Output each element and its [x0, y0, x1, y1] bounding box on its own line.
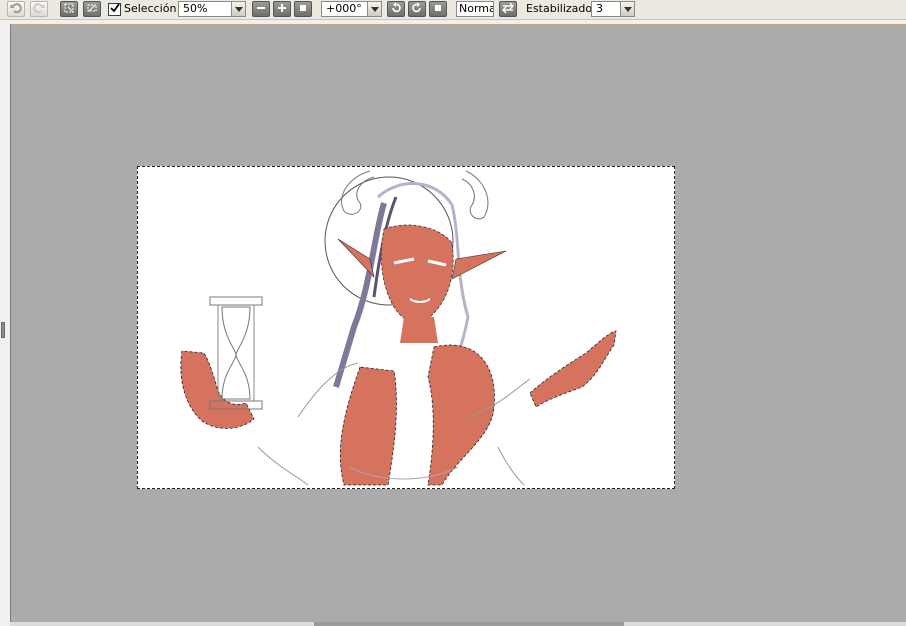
stabilizer-value: 3	[596, 2, 603, 15]
selection-clear-icon	[86, 2, 98, 17]
selection-label: Selección	[124, 2, 177, 15]
toolbar: Selección 50% +000° Norm Estabilizador 3	[0, 0, 906, 20]
rotation-reset-button[interactable]	[429, 1, 447, 17]
rotate-right-button[interactable]	[408, 1, 426, 17]
redo-button[interactable]	[30, 1, 48, 17]
rotate-left-button[interactable]	[387, 1, 405, 17]
left-ear	[337, 238, 375, 278]
hair-left	[333, 202, 387, 388]
zoom-out-button[interactable]	[252, 1, 270, 17]
chest-left	[339, 366, 397, 486]
hourglass	[209, 296, 263, 410]
flip-horizontal-button[interactable]	[499, 1, 517, 17]
chevron-down-icon	[623, 3, 632, 16]
minus-icon	[256, 3, 266, 16]
rotation-dropdown-button[interactable]	[367, 1, 382, 17]
panel-resize-handle[interactable]	[1, 322, 5, 338]
canvas-viewport[interactable]	[10, 24, 906, 623]
right-ear	[451, 250, 507, 280]
square-icon	[433, 3, 443, 16]
rotate-left-icon	[390, 1, 402, 17]
document-canvas[interactable]	[137, 166, 675, 489]
transform-selection-button[interactable]	[60, 1, 78, 17]
horizontal-scrollbar[interactable]	[10, 622, 906, 626]
neck	[400, 317, 438, 343]
redo-icon	[33, 2, 45, 17]
stabilizer-label: Estabilizador	[526, 2, 597, 15]
deselect-button[interactable]	[83, 1, 101, 17]
undo-icon	[10, 2, 22, 17]
face	[380, 224, 454, 322]
right-hand	[529, 330, 617, 408]
zoom-value: 50%	[183, 2, 208, 15]
zoom-reset-button[interactable]	[294, 1, 312, 17]
blend-mode-button[interactable]: Normal	[456, 1, 494, 17]
square-icon	[298, 3, 308, 16]
rotate-right-icon	[411, 1, 423, 17]
selection-checkbox[interactable]	[108, 3, 121, 16]
zoom-dropdown-button[interactable]	[231, 1, 246, 17]
stabilizer-dropdown-button[interactable]	[620, 1, 635, 17]
scrollbar-thumb[interactable]	[314, 622, 624, 626]
zoom-in-button[interactable]	[273, 1, 291, 17]
plus-icon	[277, 3, 287, 16]
transform-icon	[63, 2, 75, 17]
left-hand	[180, 350, 255, 429]
workspace	[0, 20, 906, 626]
chevron-down-icon	[370, 3, 379, 16]
rotation-value: +000°	[326, 2, 362, 15]
artwork-illustration	[180, 170, 617, 486]
checkmark-icon	[109, 3, 120, 16]
undo-button[interactable]	[7, 1, 25, 17]
right-horn	[461, 170, 489, 220]
flip-horizontal-icon	[502, 2, 514, 17]
chevron-down-icon	[234, 3, 243, 16]
shoulder-right	[427, 344, 495, 486]
blend-mode-value: Normal	[459, 2, 493, 15]
